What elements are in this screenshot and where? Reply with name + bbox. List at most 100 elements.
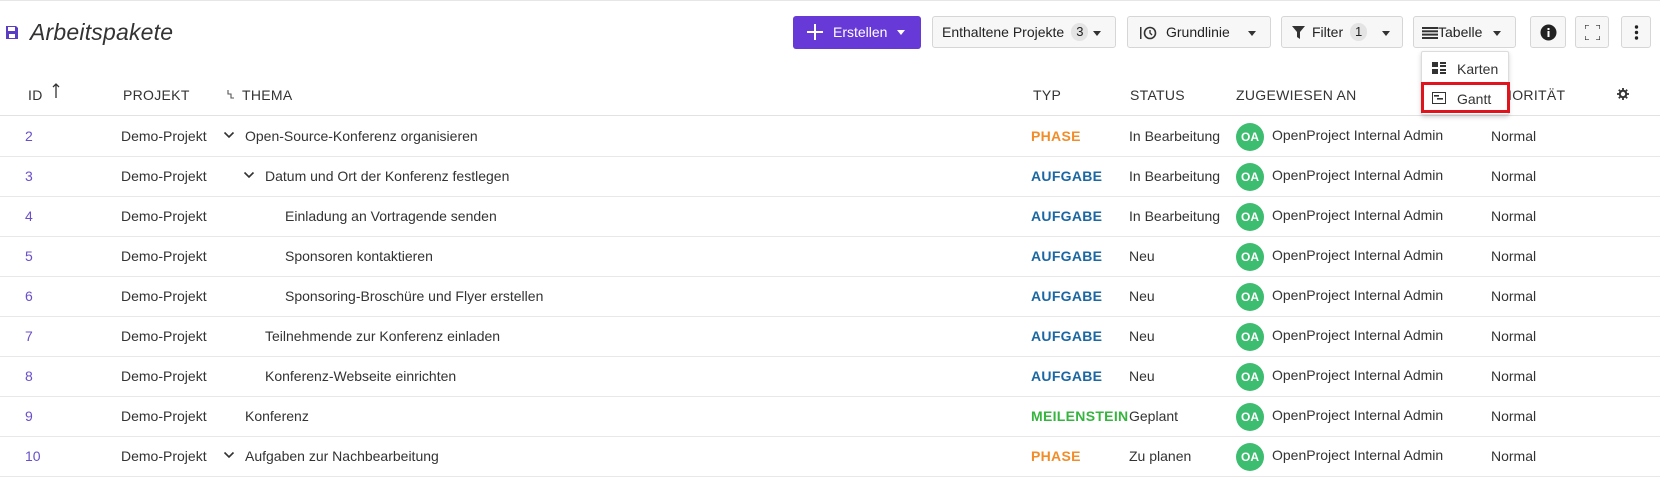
column-header-type[interactable]: TYP <box>1033 87 1061 103</box>
chevron-down-icon[interactable] <box>223 129 235 141</box>
project-cell: Demo-Projekt <box>121 248 207 264</box>
column-header-project[interactable]: PROJEKT <box>123 87 190 103</box>
subject-cell[interactable]: Teilnehmende zur Konferenz einladen <box>265 328 500 344</box>
menu-item-cards[interactable]: Karten <box>1422 56 1510 82</box>
table-row[interactable]: 5 Demo-Projekt Sponsoren kontaktieren AUFGA… <box>0 236 1660 277</box>
subject-cell[interactable]: Sponsoren kontaktieren <box>285 248 433 264</box>
subject-cell[interactable]: Konferenz-Webseite einrichten <box>265 368 456 384</box>
subject-cell[interactable]: Open-Source-Konferenz organisieren <box>245 128 478 144</box>
status-cell[interactable]: Neu <box>1129 248 1155 264</box>
status-cell[interactable]: In Bearbeitung <box>1129 168 1220 184</box>
table-row[interactable]: 2 Demo-Projekt Open-Source-Konferenz organ… <box>0 116 1660 157</box>
table-row[interactable]: 4 Demo-Projekt Einladung an Vortragende se… <box>0 196 1660 237</box>
priority-cell[interactable]: Normal <box>1491 408 1536 424</box>
filter-button[interactable]: Filter 1 <box>1281 16 1403 48</box>
table-row[interactable]: 3 Demo-Projekt Datum und Ort der Konferenz… <box>0 156 1660 197</box>
assignee-cell[interactable]: OpenProject Internal Admin <box>1272 207 1443 223</box>
plus-icon <box>807 24 823 40</box>
work-package-id-link[interactable]: 8 <box>25 368 33 384</box>
more-vertical-icon <box>1634 25 1639 40</box>
assignee-cell[interactable]: OpenProject Internal Admin <box>1272 447 1443 463</box>
included-projects-button[interactable]: Enthaltene Projekte 3 <box>932 16 1116 48</box>
table-row[interactable]: 9 Demo-Projekt Konferenz MEILENSTEIN Geplant… <box>0 396 1660 437</box>
work-package-id-link[interactable]: 4 <box>25 208 33 224</box>
chevron-down-icon <box>1493 31 1501 36</box>
column-header-assignee[interactable]: ZUGEWIESEN AN <box>1236 87 1357 103</box>
column-header-status[interactable]: STATUS <box>1130 87 1185 103</box>
status-cell[interactable]: Neu <box>1129 368 1155 384</box>
subject-cell[interactable]: Aufgaben zur Nachbearbeitung <box>245 448 439 464</box>
assignee-cell[interactable]: OpenProject Internal Admin <box>1272 167 1443 183</box>
assignee-cell[interactable]: OpenProject Internal Admin <box>1272 367 1443 383</box>
status-cell[interactable]: Neu <box>1129 288 1155 304</box>
project-cell: Demo-Projekt <box>121 448 207 464</box>
avatar: OA <box>1236 363 1264 391</box>
baseline-button[interactable]: Grundlinie <box>1127 16 1271 48</box>
assignee-cell[interactable]: OpenProject Internal Admin <box>1272 127 1443 143</box>
fullscreen-button[interactable] <box>1575 16 1609 48</box>
subject-cell[interactable]: Einladung an Vortragende senden <box>285 208 497 224</box>
status-cell[interactable]: Neu <box>1129 328 1155 344</box>
work-package-id-link[interactable]: 10 <box>25 448 41 464</box>
filter-count-badge: 1 <box>1350 23 1368 41</box>
subject-cell[interactable]: Sponsoring-Broschüre und Flyer erstellen <box>285 288 543 304</box>
chevron-down-icon[interactable] <box>243 169 255 181</box>
column-header-subject[interactable]: THEMA <box>242 87 293 103</box>
filter-label: Filter <box>1312 24 1344 40</box>
work-package-id-link[interactable]: 5 <box>25 248 33 264</box>
hierarchy-icon[interactable] <box>227 90 235 102</box>
create-button[interactable]: Erstellen <box>793 16 921 49</box>
status-cell[interactable]: Zu planen <box>1129 448 1191 464</box>
chevron-down-icon[interactable] <box>223 449 235 461</box>
priority-cell[interactable]: Normal <box>1491 288 1536 304</box>
avatar: OA <box>1236 403 1264 431</box>
assignee-cell[interactable]: OpenProject Internal Admin <box>1272 247 1443 263</box>
priority-cell[interactable]: Normal <box>1491 128 1536 144</box>
priority-cell[interactable]: Normal <box>1491 368 1536 384</box>
status-cell[interactable]: Geplant <box>1129 408 1178 424</box>
table-row[interactable]: 10 Demo-Projekt Aufgaben zur Nachbearbeitu… <box>0 436 1660 477</box>
priority-cell[interactable]: Normal <box>1491 168 1536 184</box>
assignee-cell[interactable]: OpenProject Internal Admin <box>1272 407 1443 423</box>
avatar: OA <box>1236 203 1264 231</box>
work-package-id-link[interactable]: 3 <box>25 168 33 184</box>
priority-cell[interactable]: Normal <box>1491 328 1536 344</box>
assignee-cell[interactable]: OpenProject Internal Admin <box>1272 327 1443 343</box>
subject-cell[interactable]: Konferenz <box>245 408 309 424</box>
chevron-down-icon <box>1093 31 1101 36</box>
save-icon[interactable] <box>5 25 19 40</box>
table-row[interactable]: 7 Demo-Projekt Teilnehmende zur Konferenz … <box>0 316 1660 357</box>
priority-cell[interactable]: Normal <box>1491 248 1536 264</box>
subject-cell[interactable]: Datum und Ort der Konferenz festlegen <box>265 168 509 184</box>
status-cell[interactable]: In Bearbeitung <box>1129 128 1220 144</box>
table-row[interactable]: 8 Demo-Projekt Konferenz-Webseite einricht… <box>0 356 1660 397</box>
work-package-id-link[interactable]: 6 <box>25 288 33 304</box>
project-cell: Demo-Projekt <box>121 128 207 144</box>
top-border <box>0 0 1660 1</box>
baseline-icon <box>1140 26 1157 40</box>
status-cell[interactable]: In Bearbeitung <box>1129 208 1220 224</box>
sort-ascending-icon[interactable] <box>51 83 61 99</box>
chevron-down-icon <box>897 30 905 35</box>
avatar: OA <box>1236 243 1264 271</box>
included-projects-label: Enthaltene Projekte <box>942 24 1065 40</box>
page-title: Arbeitspakete <box>30 19 174 45</box>
avatar: OA <box>1236 283 1264 311</box>
work-package-id-link[interactable]: 9 <box>25 408 33 424</box>
table-row[interactable]: 6 Demo-Projekt Sponsoring-Broschüre und Fl… <box>0 276 1660 317</box>
priority-cell[interactable]: Normal <box>1491 208 1536 224</box>
projects-count-badge: 3 <box>1071 23 1089 41</box>
view-mode-label: Tabelle <box>1438 24 1483 40</box>
assignee-cell[interactable]: OpenProject Internal Admin <box>1272 287 1443 303</box>
work-package-id-link[interactable]: 7 <box>25 328 33 344</box>
column-header-id[interactable]: ID <box>28 87 43 103</box>
view-mode-button[interactable]: Tabelle <box>1413 16 1516 48</box>
avatar: OA <box>1236 323 1264 351</box>
priority-cell[interactable]: Normal <box>1491 448 1536 464</box>
details-button[interactable] <box>1530 16 1566 48</box>
chevron-down-icon <box>1382 31 1390 36</box>
more-actions-button[interactable] <box>1621 16 1651 48</box>
work-package-id-link[interactable]: 2 <box>25 128 33 144</box>
gear-icon[interactable] <box>1617 88 1629 100</box>
project-cell: Demo-Projekt <box>121 368 207 384</box>
